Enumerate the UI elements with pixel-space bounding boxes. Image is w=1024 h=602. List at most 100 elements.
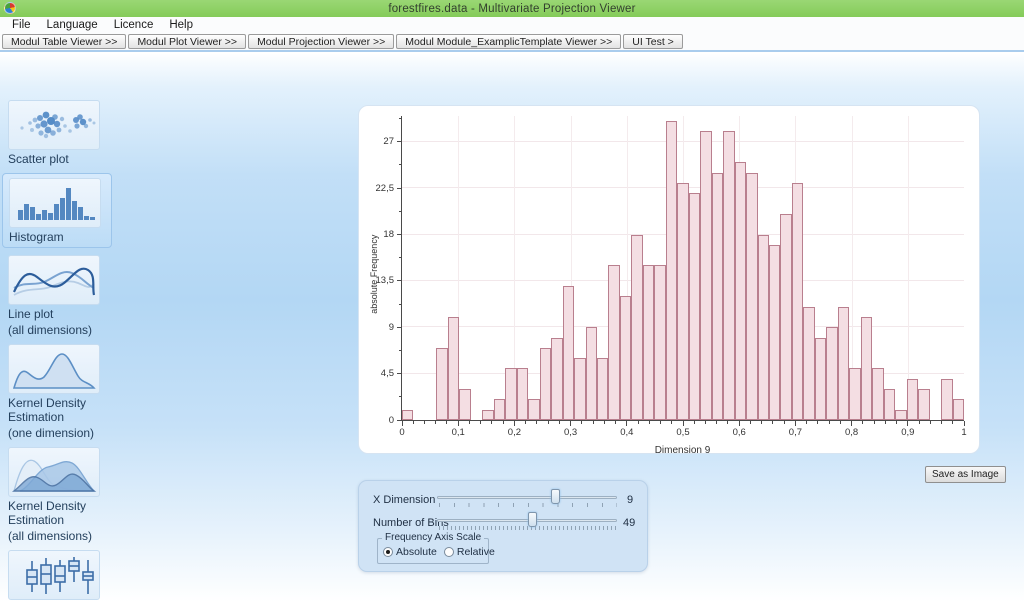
x-axis-minor-tick <box>480 421 481 424</box>
sidebar-item-box-plot[interactable]: Box Plot <box>8 550 112 602</box>
y-axis-tick-label: 27 <box>383 136 394 147</box>
y-axis-label: absolute Frequency <box>369 229 379 319</box>
x-axis-tick-label: 0 <box>399 427 404 438</box>
x-axis-tick-label: 0,8 <box>845 427 858 438</box>
y-axis-tick <box>397 234 402 235</box>
x-axis-tick-label: 0,6 <box>733 427 746 438</box>
x-axis-tick-label: 0,3 <box>564 427 577 438</box>
sidebar-item-scatter-plot[interactable]: Scatter plot <box>8 100 112 166</box>
sidebar-item-line-plot[interactable]: Line plot (all dimensions) <box>8 255 112 337</box>
histogram-bar <box>402 410 413 420</box>
line-plot-icon <box>8 255 100 305</box>
num-bins-value: 49 <box>623 517 635 529</box>
x-dimension-slider-thumb[interactable] <box>551 489 560 504</box>
histogram-bar <box>758 235 769 420</box>
sidebar-item-label: Kernel Density Estimation <box>8 396 112 424</box>
histogram-bar <box>723 131 734 420</box>
x-axis-tick <box>683 421 684 426</box>
x-dimension-slider-track[interactable] <box>437 496 617 499</box>
sidebar-item-sublabel: (all dimensions) <box>8 323 112 337</box>
x-axis-tick <box>514 421 515 426</box>
histogram-bar <box>574 358 585 420</box>
sidebar-item-kde-all[interactable]: Kernel Density Estimation (all dimension… <box>8 447 112 543</box>
y-axis-tick-label: 0 <box>389 415 394 426</box>
title-bar: forestfires.data - Multivariate Projecti… <box>0 0 1024 17</box>
histogram-bar <box>563 286 574 420</box>
scatter-plot-icon <box>8 100 100 150</box>
x-axis-minor-tick <box>649 421 650 424</box>
x-axis-minor-tick <box>615 421 616 424</box>
x-axis-tick <box>739 421 740 426</box>
x-axis-minor-tick <box>727 421 728 424</box>
menu-help[interactable]: Help <box>161 19 201 31</box>
frequency-axis-scale-options: Absolute Relative <box>383 546 495 558</box>
y-axis-tick <box>397 188 402 189</box>
modul-plot-viewer-button[interactable]: Modul Plot Viewer >> <box>128 34 246 49</box>
modul-examplictemplate-viewer-button[interactable]: Modul Module_ExamplicTemplate Viewer >> <box>396 34 621 49</box>
histogram-bar <box>631 235 642 420</box>
histogram-icon <box>9 178 101 228</box>
histogram-bar <box>746 173 757 420</box>
radio-absolute-circle-icon[interactable] <box>383 547 393 557</box>
histogram-bar <box>551 338 562 420</box>
kernel-density-all-icon <box>8 447 100 497</box>
num-bins-slider[interactable] <box>437 512 617 534</box>
frequency-axis-scale-label: Frequency Axis Scale <box>382 532 484 543</box>
modul-table-viewer-button[interactable]: Modul Table Viewer >> <box>2 34 126 49</box>
histogram-bar <box>700 131 711 420</box>
app-logo-icon <box>4 2 16 14</box>
histogram-bar <box>482 410 493 420</box>
histogram-bar <box>907 379 918 420</box>
histogram-bar <box>792 183 803 420</box>
y-axis-minor-tick <box>399 118 402 119</box>
sidebar-item-kde-one[interactable]: Kernel Density Estimation (one dimension… <box>8 344 112 440</box>
y-axis-tick <box>397 141 402 142</box>
menu-language[interactable]: Language <box>39 19 106 31</box>
x-axis-tick-label: 0,9 <box>901 427 914 438</box>
x-axis-minor-tick <box>885 421 886 424</box>
gridline-vertical <box>908 116 909 420</box>
histogram-bar <box>448 317 459 420</box>
sidebar-item-label: Kernel Density Estimation <box>8 499 112 527</box>
histogram-bar <box>884 389 895 420</box>
histogram-bar <box>815 338 826 420</box>
radio-relative-circle-icon[interactable] <box>444 547 454 557</box>
x-axis-tick <box>458 421 459 426</box>
save-as-image-button[interactable]: Save as Image <box>925 466 1006 483</box>
menu-file[interactable]: File <box>4 19 39 31</box>
histogram-chart-panel: absolute Frequency 04,5913,51822,52700,1… <box>358 105 980 454</box>
histogram-bar <box>436 348 447 420</box>
frequency-axis-scale-group: Frequency Axis Scale Absolute Relative <box>377 538 489 564</box>
modul-projection-viewer-button[interactable]: Modul Projection Viewer >> <box>248 34 394 49</box>
histogram-bar <box>895 410 906 420</box>
num-bins-slider-thumb[interactable] <box>528 512 537 527</box>
y-axis-minor-tick <box>399 350 402 351</box>
x-axis-minor-tick <box>491 421 492 424</box>
y-axis-tick <box>397 373 402 374</box>
plot-type-sidebar: Scatter plot <box>8 100 112 602</box>
radio-relative[interactable]: Relative <box>444 546 495 558</box>
x-dimension-slider[interactable] <box>437 489 617 511</box>
sidebar-item-histogram[interactable]: Histogram <box>2 173 112 248</box>
histogram-bar <box>608 265 619 420</box>
radio-absolute[interactable]: Absolute <box>383 546 437 558</box>
menu-licence[interactable]: Licence <box>106 19 162 31</box>
histogram-bar <box>597 358 608 420</box>
x-axis-minor-tick <box>446 421 447 424</box>
x-axis-minor-tick <box>952 421 953 424</box>
x-axis-tick-label: 1 <box>961 427 966 438</box>
ui-test-button[interactable]: UI Test > <box>623 34 683 49</box>
x-dimension-value: 9 <box>627 494 633 506</box>
x-axis-tick <box>626 421 627 426</box>
x-axis-minor-tick <box>638 421 639 424</box>
module-toolbar: Modul Table Viewer >> Modul Plot Viewer … <box>0 33 1024 52</box>
x-axis-tick-label: 0,2 <box>508 427 521 438</box>
sidebar-item-sublabel: (all dimensions) <box>8 529 112 543</box>
x-axis-minor-tick <box>896 421 897 424</box>
x-axis-minor-tick <box>817 421 818 424</box>
x-axis-tick-label: 0,4 <box>620 427 633 438</box>
histogram-bar <box>689 193 700 420</box>
y-axis-minor-tick <box>399 304 402 305</box>
histogram-bar <box>953 399 964 420</box>
histogram-bar <box>780 214 791 420</box>
